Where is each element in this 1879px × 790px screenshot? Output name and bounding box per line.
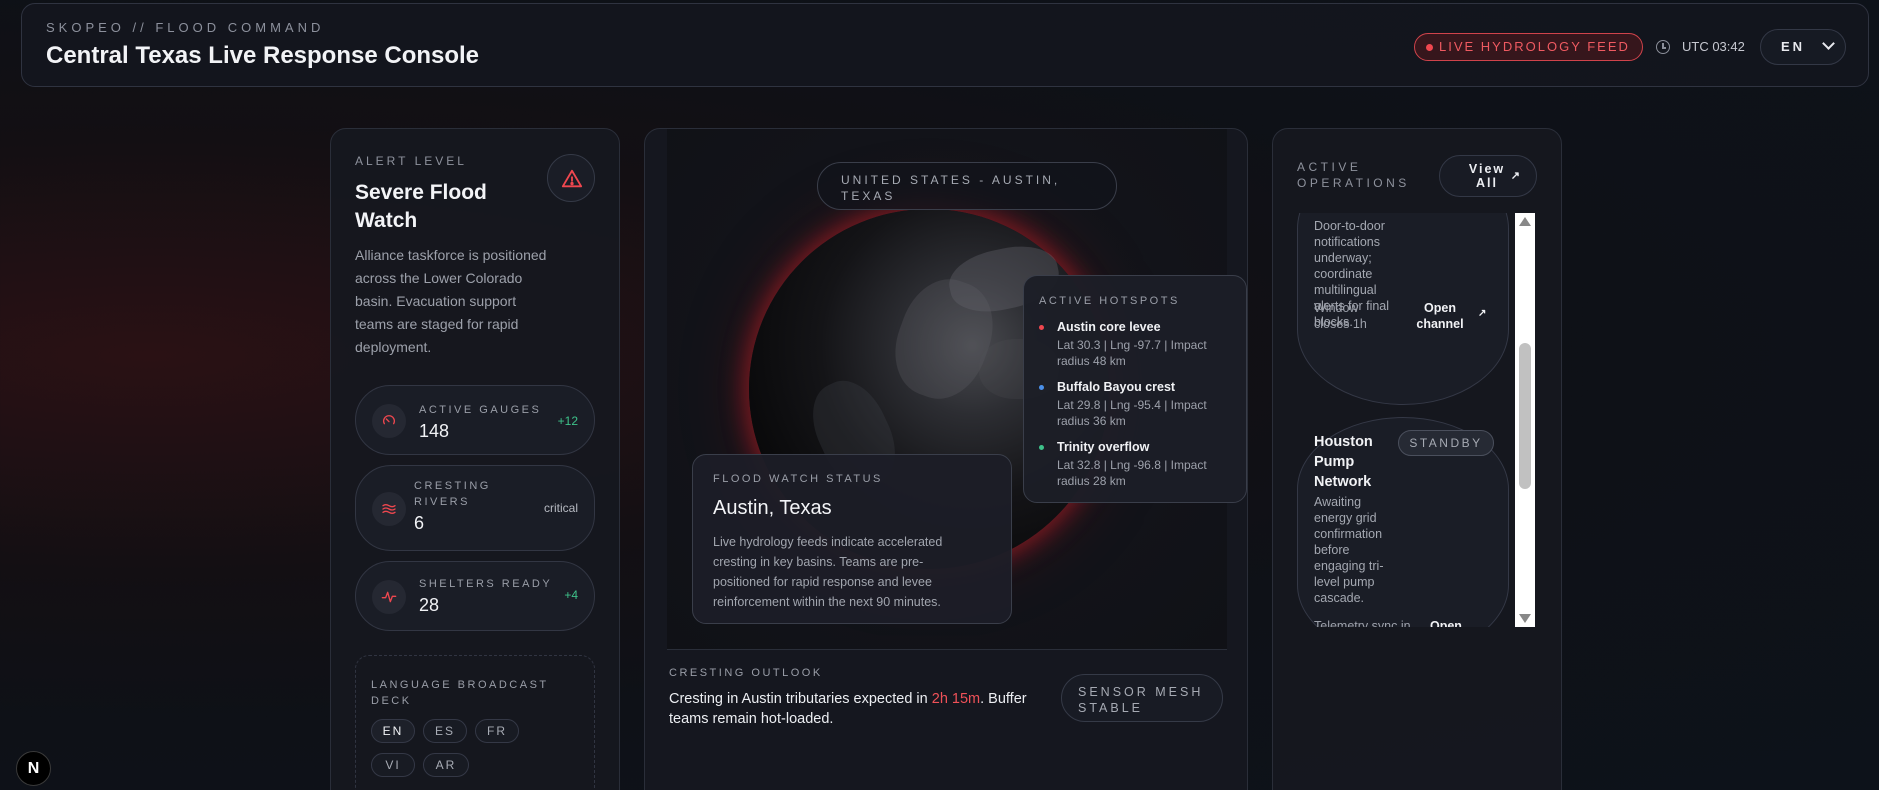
- stat-label: ACTIVE GAUGES: [419, 404, 542, 416]
- status-city: Austin, Texas: [713, 497, 832, 519]
- flood-watch-status-card: FLOOD WATCH STATUS Austin, Texas Live hy…: [692, 454, 1012, 624]
- operation-description: Awaiting energy grid confirmation before…: [1314, 495, 1384, 605]
- live-dot-icon: [1426, 44, 1433, 51]
- outlook-kicker: CRESTING OUTLOOK: [669, 667, 823, 679]
- warning-triangle-icon: [561, 169, 583, 188]
- scroll-down-icon[interactable]: [1519, 614, 1531, 623]
- chevron-down-icon: [1822, 37, 1835, 50]
- operations-list[interactable]: Door-to-door notifications underway; coo…: [1297, 213, 1513, 627]
- stat-delta: +4: [564, 588, 578, 602]
- alert-title: Severe Flood Watch: [355, 181, 487, 232]
- hotspot-meta: Lat 29.8 | Lng -95.4 | Impact radius 36 …: [1057, 398, 1207, 428]
- chip-language-ar[interactable]: AR: [423, 753, 469, 777]
- gauge-icon: [372, 404, 406, 438]
- stat-value: 6: [414, 513, 425, 533]
- operation-footer: Telemetry sync in: [1314, 619, 1411, 627]
- open-link[interactable]: Open: [1430, 618, 1462, 627]
- hotspot-name: Buffalo Bayou crest: [1057, 380, 1176, 394]
- view-all-label: View All: [1468, 162, 1506, 190]
- utc-time: UTC 03:42: [1682, 39, 1745, 54]
- live-feed-label: LIVE HYDROLOGY FEED: [1439, 39, 1630, 54]
- page-title: Central Texas Live Response Console: [46, 42, 480, 69]
- alert-description: Alliance taskforce is positioned across …: [355, 247, 547, 355]
- external-link-icon: ↗: [1478, 308, 1487, 319]
- live-feed-badge[interactable]: LIVE HYDROLOGY FEED: [1414, 33, 1643, 61]
- hotspot-name: Trinity overflow: [1057, 440, 1150, 454]
- outlook-text: Cresting in Austin tributaries expected …: [669, 691, 1027, 727]
- sensor-status-pill[interactable]: SENSOR MESH STABLE: [1061, 674, 1223, 722]
- chip-language-fr[interactable]: FR: [475, 719, 519, 743]
- globe-map[interactable]: UNITED STATES - AUSTIN, TEXAS FLOOD WATC…: [667, 129, 1247, 649]
- hotspot-meta: Lat 30.3 | Lng -97.7 | Impact radius 48 …: [1057, 338, 1207, 368]
- stat-label: SHELTERS READY: [419, 578, 553, 590]
- location-pill[interactable]: UNITED STATES - AUSTIN, TEXAS: [817, 162, 1117, 210]
- map-panel: UNITED STATES - AUSTIN, TEXAS FLOOD WATC…: [644, 128, 1248, 790]
- alert-button[interactable]: [547, 154, 595, 202]
- scroll-up-icon[interactable]: [1519, 217, 1531, 226]
- deck-kicker: LANGUAGE BROADCAST DECK: [371, 679, 549, 707]
- alert-panel: ALERT LEVEL Severe Flood Watch Alliance …: [330, 128, 620, 790]
- operation-footer: Window closes 1h: [1314, 301, 1367, 331]
- clock-icon: [1656, 40, 1670, 54]
- scroll-thumb[interactable]: [1519, 343, 1531, 489]
- operation-title: Houston Pump Network: [1314, 434, 1373, 490]
- pulse-icon: [372, 580, 406, 614]
- status-description: Live hydrology feeds indicate accelerate…: [713, 535, 943, 609]
- status-badge: STANDBY: [1398, 430, 1494, 456]
- hotspot-dot-icon: [1039, 325, 1044, 330]
- chip-language-en[interactable]: EN: [371, 719, 415, 743]
- next-logo-badge[interactable]: N: [16, 751, 51, 786]
- stat-value: 148: [419, 421, 450, 441]
- language-broadcast-deck: LANGUAGE BROADCAST DECK EN ES FR VI AR: [355, 655, 595, 790]
- stat-delta: +12: [557, 414, 578, 428]
- stat-label: CRESTING RIVERS: [414, 480, 491, 508]
- hotspots-kicker: ACTIVE HOTSPOTS: [1039, 295, 1180, 307]
- external-link-icon: ↗: [1510, 170, 1522, 182]
- hotspot-meta: Lat 32.8 | Lng -96.8 | Impact radius 28 …: [1057, 458, 1207, 488]
- stat-delta: critical: [543, 501, 578, 515]
- language-select[interactable]: EN: [1760, 29, 1846, 65]
- operations-panel: ACTIVE OPERATIONS View All ↗ Door-to-doo…: [1272, 128, 1562, 790]
- outlook-eta: 2h 15m: [931, 691, 981, 707]
- open-channel-link[interactable]: Open channel: [1410, 300, 1470, 332]
- operation-card[interactable]: Door-to-door notifications underway; coo…: [1297, 213, 1509, 405]
- brand-kicker: SKOPEO // FLOOD COMMAND: [46, 20, 325, 35]
- alert-kicker: ALERT LEVEL: [355, 154, 467, 168]
- chip-language-vi[interactable]: VI: [371, 753, 415, 777]
- waves-icon: [372, 492, 406, 526]
- cresting-outlook: CRESTING OUTLOOK Cresting in Austin trib…: [667, 649, 1227, 790]
- active-hotspots-card: ACTIVE HOTSPOTS Austin core levee Lat 30…: [1023, 275, 1247, 503]
- stat-cresting-rivers[interactable]: CRESTING RIVERS 6 critical: [355, 465, 595, 551]
- chip-language-es[interactable]: ES: [423, 719, 467, 743]
- operations-kicker: ACTIVE OPERATIONS: [1297, 160, 1410, 190]
- hotspot-name: Austin core levee: [1057, 320, 1161, 334]
- operation-card[interactable]: Houston Pump Network STANDBY Awaiting en…: [1297, 417, 1509, 627]
- top-bar: SKOPEO // FLOOD COMMAND Central Texas Li…: [21, 3, 1869, 87]
- view-all-button[interactable]: View All ↗: [1439, 155, 1537, 197]
- stat-active-gauges[interactable]: ACTIVE GAUGES 148 +12: [355, 385, 595, 455]
- stat-value: 28: [419, 595, 440, 615]
- status-kicker: FLOOD WATCH STATUS: [713, 473, 883, 485]
- language-select-value: EN: [1781, 39, 1806, 54]
- hotspot-dot-icon: [1039, 385, 1044, 390]
- operations-scrollbar[interactable]: [1515, 213, 1535, 627]
- hotspot-dot-icon: [1039, 445, 1044, 450]
- stat-shelters-ready[interactable]: SHELTERS READY 28 +4: [355, 561, 595, 631]
